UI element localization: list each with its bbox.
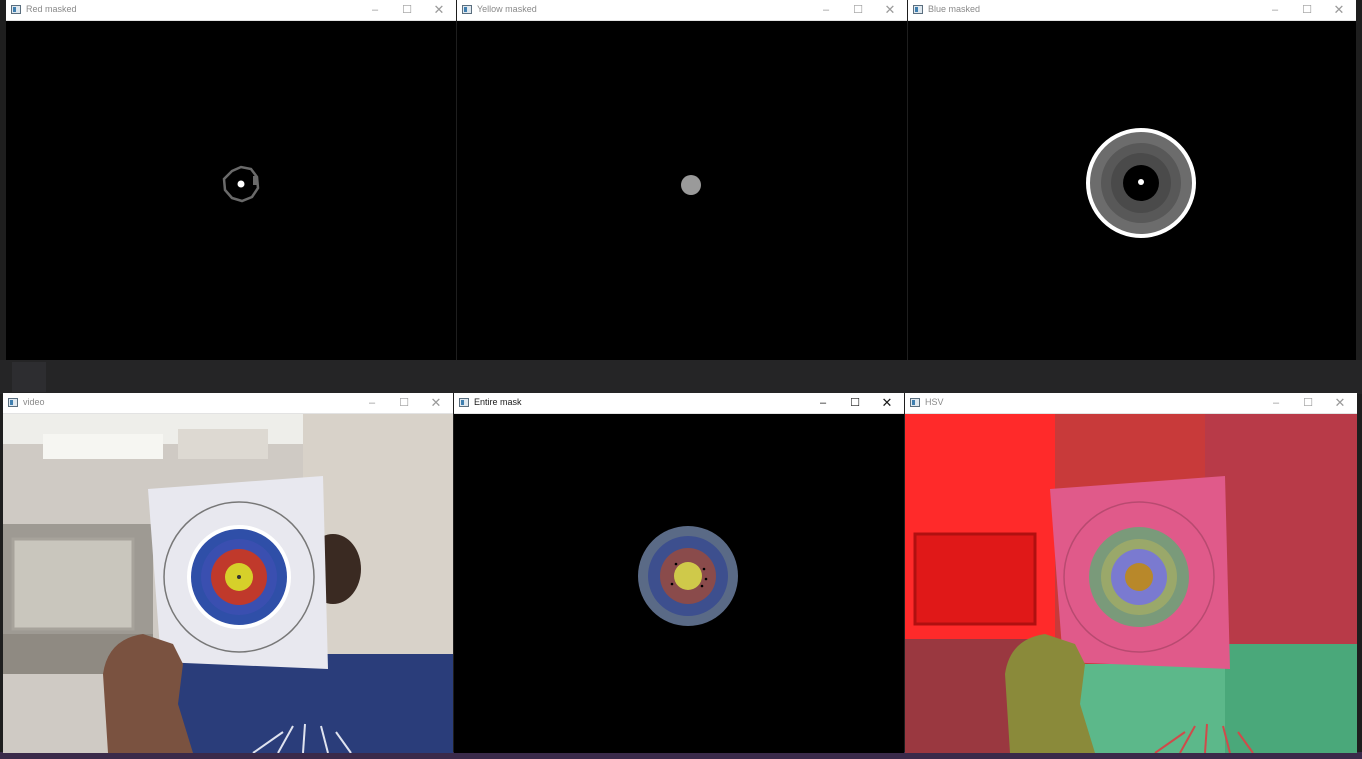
titlebar[interactable]: HSV – ☐ ✕ (905, 393, 1357, 414)
minimize-icon[interactable]: – (357, 393, 387, 413)
opencv-window-icon (11, 5, 21, 14)
red-mask-image (6, 21, 456, 360)
blue-mask-image (908, 21, 1356, 360)
window-red-masked[interactable]: Red masked – ☐ ✕ (6, 0, 456, 360)
close-icon[interactable]: ✕ (872, 393, 902, 413)
close-icon[interactable]: ✕ (875, 0, 905, 20)
opencv-window-icon (910, 398, 920, 407)
window-entire-mask[interactable]: Entire mask – ☐ ✕ (454, 393, 904, 753)
minimize-icon[interactable]: – (1261, 393, 1291, 413)
window-title: HSV (925, 397, 944, 407)
yellow-blob (681, 175, 701, 195)
titlebar[interactable]: Red masked – ☐ ✕ (6, 0, 456, 21)
window-title: video (23, 397, 45, 407)
maximize-icon[interactable]: ☐ (840, 393, 870, 413)
yellow-mask-image (457, 21, 907, 360)
close-icon[interactable]: ✕ (1324, 0, 1354, 20)
close-icon[interactable]: ✕ (424, 0, 454, 20)
desktop-background (0, 360, 1362, 394)
window-title: Red masked (26, 4, 77, 14)
window-video[interactable]: video – ☐ ✕ (3, 393, 453, 753)
center-dot (1138, 179, 1144, 185)
minimize-icon[interactable]: – (808, 393, 838, 413)
window-title: Yellow masked (477, 4, 537, 14)
image-canvas (905, 414, 1357, 753)
window-title: Entire mask (474, 397, 522, 407)
image-canvas (6, 21, 456, 360)
combined-mask-image (454, 414, 904, 753)
taskbar-edge (0, 752, 1362, 759)
minimize-icon[interactable]: – (811, 0, 841, 20)
titlebar[interactable]: video – ☐ ✕ (3, 393, 453, 414)
opencv-window-icon (462, 5, 472, 14)
opencv-window-icon (459, 398, 469, 407)
window-yellow-masked[interactable]: Yellow masked – ☐ ✕ (457, 0, 907, 360)
window-hsv[interactable]: HSV – ☐ ✕ (905, 393, 1357, 753)
minimize-icon[interactable]: – (360, 0, 390, 20)
titlebar[interactable]: Yellow masked – ☐ ✕ (457, 0, 907, 21)
maximize-icon[interactable]: ☐ (1293, 393, 1323, 413)
desktop-taskbar-tab (12, 362, 46, 392)
maximize-icon[interactable]: ☐ (843, 0, 873, 20)
titlebar[interactable]: Entire mask – ☐ ✕ (454, 393, 904, 414)
camera-frame (3, 414, 453, 753)
image-canvas (3, 414, 453, 753)
minimize-icon[interactable]: – (1260, 0, 1290, 20)
person-shirt (173, 654, 453, 753)
image-canvas (457, 21, 907, 360)
maximize-icon[interactable]: ☐ (1292, 0, 1322, 20)
hsv-frame (905, 414, 1357, 753)
titlebar[interactable]: Blue masked – ☐ ✕ (908, 0, 1356, 21)
shirt-region (1215, 644, 1357, 753)
window-title: Blue masked (928, 4, 981, 14)
close-icon[interactable]: ✕ (1325, 393, 1355, 413)
window-blue-masked[interactable]: Blue masked – ☐ ✕ (908, 0, 1356, 360)
opencv-window-icon (913, 5, 923, 14)
close-icon[interactable]: ✕ (421, 393, 451, 413)
red-center-dot (237, 180, 245, 188)
image-canvas (908, 21, 1356, 360)
opencv-window-icon (8, 398, 18, 407)
image-canvas (454, 414, 904, 753)
maximize-icon[interactable]: ☐ (392, 0, 422, 20)
maximize-icon[interactable]: ☐ (389, 393, 419, 413)
